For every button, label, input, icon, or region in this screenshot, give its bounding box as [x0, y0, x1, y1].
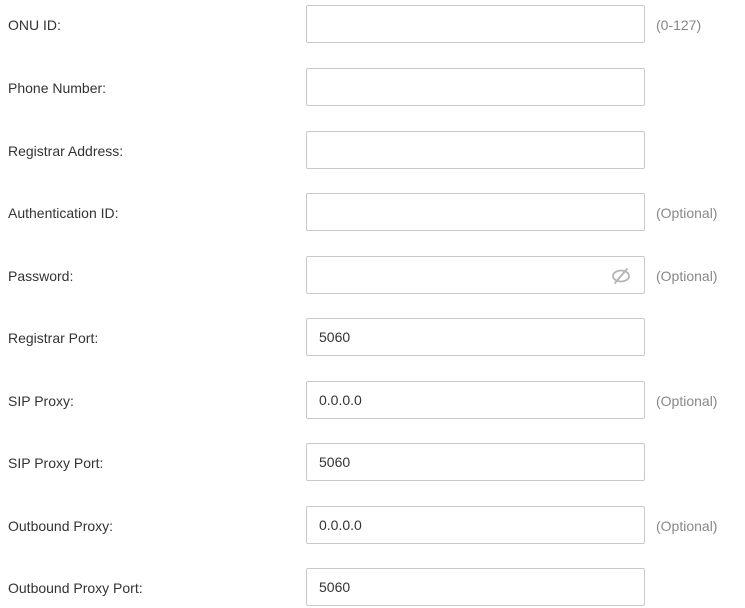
sip-proxy-hint: (Optional) — [656, 393, 718, 409]
password-label: Password: — [8, 268, 74, 284]
password-field[interactable] — [306, 256, 645, 294]
sip-proxy-field[interactable] — [306, 381, 645, 419]
onu-id-input[interactable] — [307, 6, 644, 42]
form-row-registrar-address: Registrar Address: — [0, 131, 745, 171]
password-hint: (Optional) — [656, 268, 718, 284]
authentication-id-input[interactable] — [307, 194, 644, 230]
authentication-id-label: Authentication ID: — [8, 205, 119, 221]
sip-proxy-input[interactable] — [307, 382, 644, 418]
registrar-address-label: Registrar Address: — [8, 143, 124, 159]
form-row-registrar-port: Registrar Port: — [0, 318, 745, 358]
form-row-password: Password: (Optional) — [0, 256, 745, 296]
form-row-sip-proxy: SIP Proxy: (Optional) — [0, 381, 745, 421]
form-row-onu-id: ONU ID: (0-127) — [0, 5, 745, 45]
registrar-address-field[interactable] — [306, 131, 645, 169]
outbound-proxy-port-label: Outbound Proxy Port: — [8, 580, 143, 596]
phone-number-input[interactable] — [307, 69, 644, 105]
form-row-sip-proxy-port: SIP Proxy Port: — [0, 443, 745, 483]
sip-proxy-port-input[interactable] — [307, 444, 644, 480]
phone-number-label: Phone Number: — [8, 80, 107, 96]
sip-proxy-port-label: SIP Proxy Port: — [8, 455, 104, 471]
outbound-proxy-input[interactable] — [307, 507, 644, 543]
registrar-address-input[interactable] — [307, 132, 644, 168]
phone-number-field[interactable] — [306, 68, 645, 106]
onu-id-hint: (0-127) — [656, 17, 702, 33]
form-row-outbound-proxy-port: Outbound Proxy Port: — [0, 568, 745, 608]
outbound-proxy-field[interactable] — [306, 506, 645, 544]
form-row-authentication-id: Authentication ID: (Optional) — [0, 193, 745, 233]
outbound-proxy-label: Outbound Proxy: — [8, 518, 114, 534]
registrar-port-label: Registrar Port: — [8, 330, 99, 346]
authentication-id-hint: (Optional) — [656, 205, 718, 221]
authentication-id-field[interactable] — [306, 193, 645, 231]
outbound-proxy-port-input[interactable] — [307, 569, 644, 605]
eye-slash-icon[interactable] — [610, 266, 632, 286]
registrar-port-input[interactable] — [307, 319, 644, 355]
outbound-proxy-port-field[interactable] — [306, 568, 645, 606]
registrar-port-field[interactable] — [306, 318, 645, 356]
onu-id-label: ONU ID: — [8, 17, 61, 33]
form-row-outbound-proxy: Outbound Proxy: (Optional) — [0, 506, 745, 546]
password-input[interactable] — [307, 257, 644, 293]
outbound-proxy-hint: (Optional) — [656, 518, 718, 534]
onu-id-field[interactable] — [306, 5, 645, 43]
sip-proxy-port-field[interactable] — [306, 443, 645, 481]
form-row-phone-number: Phone Number: — [0, 68, 745, 108]
sip-proxy-label: SIP Proxy: — [8, 393, 74, 409]
